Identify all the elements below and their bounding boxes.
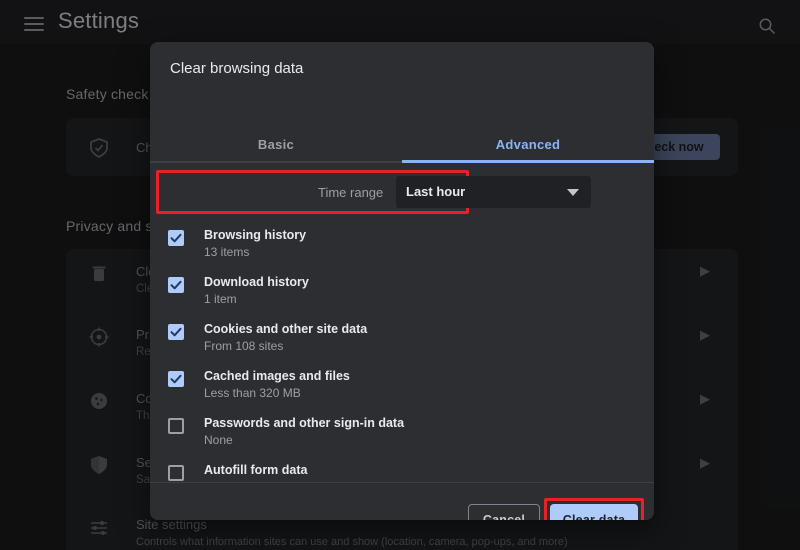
checkbox-unchecked[interactable] — [168, 418, 184, 434]
option-subtitle: None — [204, 433, 233, 447]
time-range-label: Time range — [318, 185, 384, 200]
screen: Settings Safety check Chro eck — [0, 0, 800, 550]
option-title: Cached images and files — [204, 369, 350, 383]
time-range-select[interactable]: Last hour — [396, 176, 591, 208]
chevron-down-icon — [567, 189, 579, 196]
option-subtitle: From 108 sites — [204, 339, 284, 353]
dialog-tabs: Basic Advanced — [150, 126, 654, 162]
option-title: Download history — [204, 275, 309, 289]
cancel-button[interactable]: Cancel — [468, 504, 540, 520]
option-subtitle: 13 items — [204, 245, 250, 259]
dialog-title: Clear browsing data — [170, 60, 304, 77]
option-title: Autofill form data — [204, 463, 308, 477]
checkbox-checked[interactable] — [168, 371, 184, 387]
option-title: Passwords and other sign-in data — [204, 416, 405, 430]
time-range-value: Last hour — [406, 184, 466, 199]
option-title: Cookies and other site data — [204, 322, 368, 336]
data-type-options-list: Browsing history 13 items Download histo… — [150, 220, 654, 482]
option-title: Browsing history — [204, 228, 307, 242]
option-subtitle: 1 item — [204, 292, 237, 306]
option-subtitle: Less than 320 MB — [204, 386, 301, 400]
tab-advanced[interactable]: Advanced — [402, 126, 654, 162]
checkbox-checked[interactable] — [168, 230, 184, 246]
checkbox-checked[interactable] — [168, 324, 184, 340]
dialog-footer: Cancel Clear data — [150, 483, 654, 520]
checkbox-unchecked[interactable] — [168, 465, 184, 481]
clear-browsing-data-dialog: Clear browsing data Basic Advanced Time … — [150, 42, 654, 520]
checkbox-checked[interactable] — [168, 277, 184, 293]
clear-data-highlight-box — [544, 498, 644, 520]
tab-basic[interactable]: Basic — [150, 126, 402, 162]
tab-active-indicator — [402, 160, 654, 163]
